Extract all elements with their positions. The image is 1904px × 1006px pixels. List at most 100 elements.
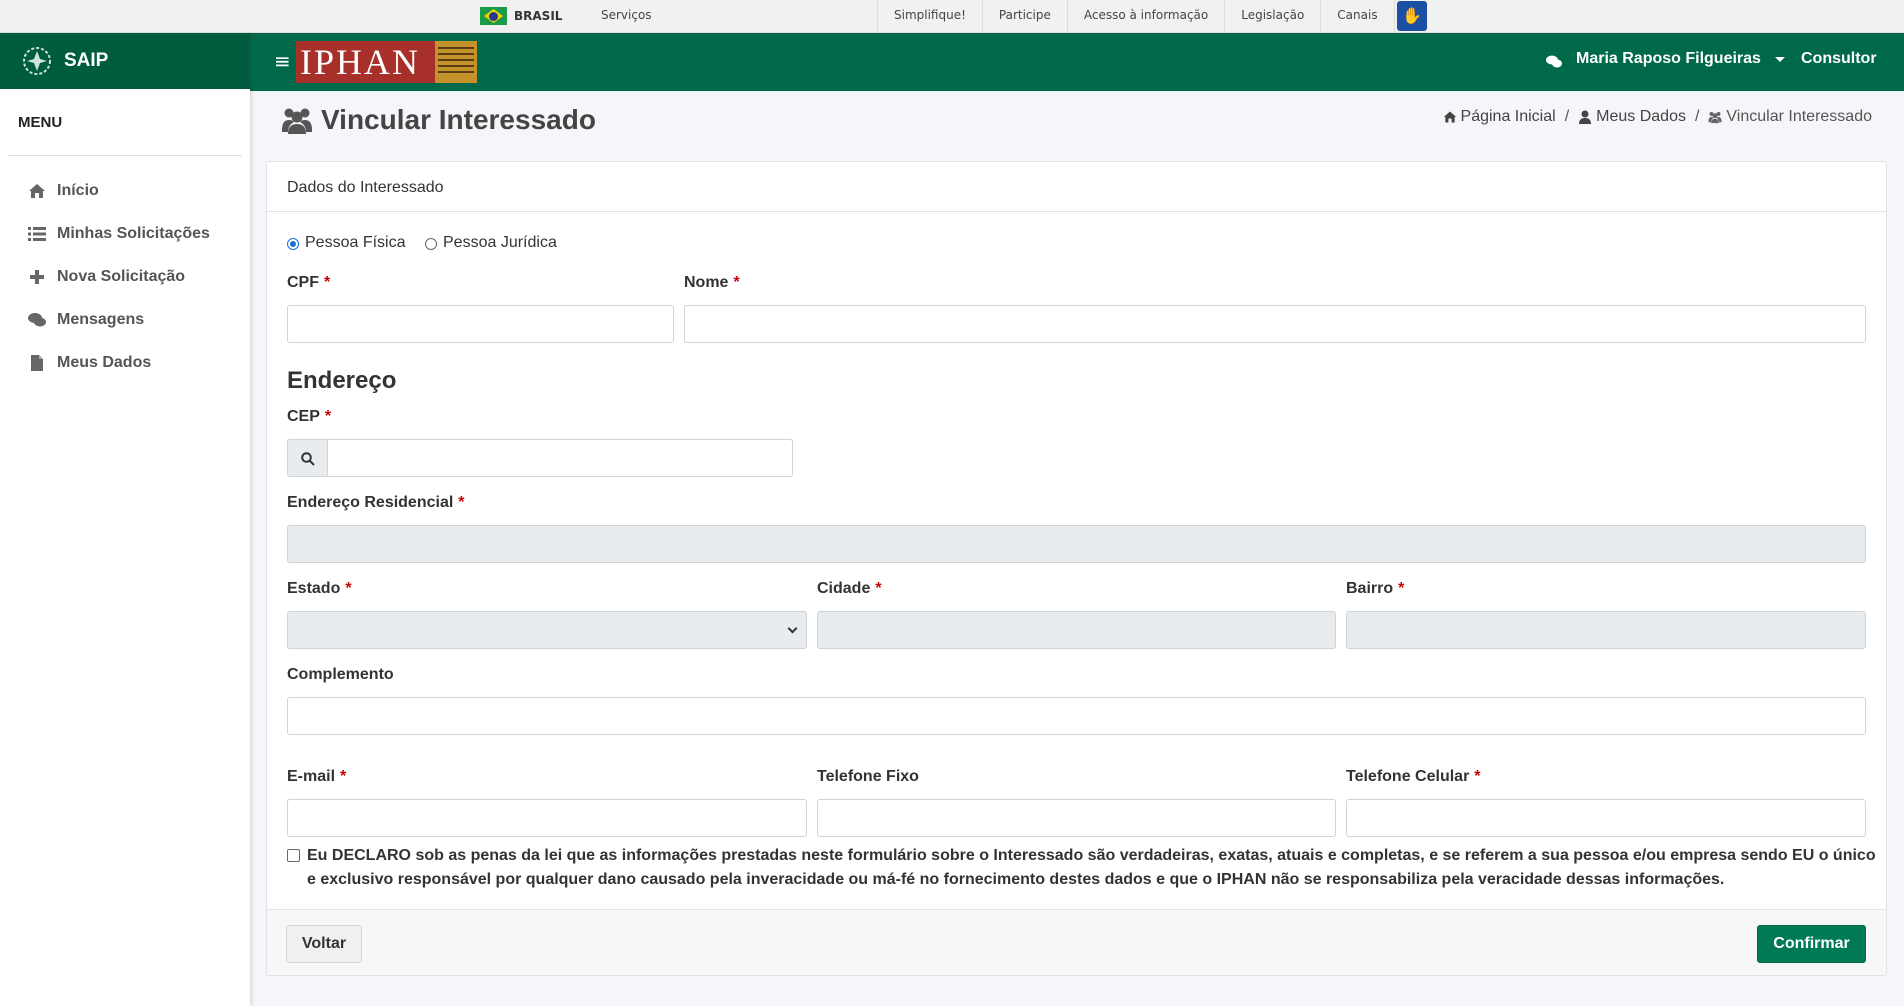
telefone-fixo-input[interactable] — [817, 799, 1336, 837]
users-icon — [282, 108, 312, 134]
sidebar-item-label: Mensagens — [57, 311, 145, 328]
radio-pessoa-fisica[interactable] — [287, 238, 299, 250]
bairro-input — [1346, 611, 1866, 649]
gov-servicos-link[interactable]: Serviços — [601, 8, 652, 22]
page-title: Vincular Interessado — [281, 104, 596, 136]
gov-link-acesso-informacao[interactable]: Acesso à informação — [1066, 0, 1224, 33]
required-mark: * — [345, 580, 352, 597]
gov-top-bar: BRASIL Serviços Simplifique! Participe A… — [0, 0, 1904, 33]
search-icon — [301, 452, 315, 466]
chevron-down-icon — [787, 623, 798, 634]
breadcrumb-separator: / — [1694, 108, 1700, 125]
email-label: E-mail * — [287, 768, 347, 785]
breadcrumb-label: Página Inicial — [1460, 108, 1556, 125]
card-title: Dados do Interessado — [267, 162, 1886, 212]
sidebar-item-minhas-solicitacoes[interactable]: Minhas Solicitações — [28, 225, 210, 243]
required-mark: * — [1398, 580, 1405, 597]
required-mark: * — [340, 768, 347, 785]
telefone-celular-label: Telefone Celular * — [1346, 768, 1481, 785]
required-mark: * — [324, 408, 332, 425]
hamburger-menu-icon[interactable]: ≡ — [274, 51, 291, 71]
gov-link-legislacao[interactable]: Legislação — [1224, 0, 1320, 33]
gov-link-simplifique[interactable]: Simplifique! — [877, 0, 982, 33]
required-mark: * — [458, 494, 465, 511]
cpf-label: CPF * — [287, 274, 331, 291]
breadcrumb-label: Meus Dados — [1596, 108, 1686, 125]
cpf-input[interactable] — [287, 305, 674, 343]
page-title-text: Vincular Interessado — [321, 104, 596, 135]
sidebar: MENU Início Minhas Solicitações Nova Sol… — [0, 89, 250, 1006]
cidade-input — [817, 611, 1336, 649]
comments-icon — [28, 313, 46, 327]
telefone-celular-input[interactable] — [1346, 799, 1866, 837]
home-icon — [29, 184, 45, 198]
telefone-fixo-label: Telefone Fixo — [817, 768, 919, 785]
complemento-label: Complemento — [287, 666, 394, 683]
sidebar-divider — [8, 155, 242, 156]
nome-label: Nome * — [684, 274, 740, 291]
sidebar-item-label: Início — [57, 182, 99, 199]
user-menu[interactable]: Maria Raposo Filgueiras — [1576, 50, 1761, 68]
voltar-button[interactable]: Voltar — [286, 925, 362, 963]
sidebar-item-label: Meus Dados — [57, 354, 152, 371]
leaf-seal-icon — [23, 47, 51, 75]
chevron-down-icon[interactable] — [1775, 57, 1785, 62]
brand-bar: SAIP — [0, 33, 250, 89]
app-name[interactable]: SAIP — [64, 50, 108, 72]
endereco-residencial-input — [287, 525, 1866, 563]
breadcrumb: Página Inicial / Meus Dados / Vincular I… — [1443, 108, 1872, 126]
user-icon — [1579, 110, 1592, 124]
home-icon — [1443, 111, 1456, 123]
required-mark: * — [1474, 768, 1481, 785]
required-mark: * — [875, 580, 882, 597]
breadcrumb-label: Vincular Interessado — [1726, 108, 1872, 125]
user-role[interactable]: Consultor — [1801, 50, 1877, 68]
email-input[interactable] — [287, 799, 807, 837]
plus-icon — [30, 270, 44, 284]
endereco-residencial-label: Endereço Residencial * — [287, 494, 465, 511]
bairro-label: Bairro * — [1346, 580, 1405, 597]
vlibras-accessibility-icon[interactable]: ✋ — [1397, 1, 1427, 31]
iphan-logo-text: IPHAN — [296, 41, 435, 83]
sidebar-item-nova-solicitacao[interactable]: Nova Solicitação — [28, 268, 185, 286]
breadcrumb-vincular-interessado: Vincular Interessado — [1708, 108, 1872, 126]
gov-links: Simplifique! Participe Acesso à informaç… — [877, 0, 1395, 33]
top-navbar: ≡ IPHAN Maria Raposo Filgueiras Consulto… — [250, 33, 1904, 91]
breadcrumb-separator: / — [1564, 108, 1570, 125]
gov-link-participe[interactable]: Participe — [981, 0, 1067, 33]
cidade-label: Cidade * — [817, 580, 882, 597]
gov-link-canais[interactable]: Canais — [1320, 0, 1395, 33]
cep-search-button[interactable] — [287, 439, 327, 477]
file-icon — [31, 355, 43, 371]
sidebar-item-label: Minhas Solicitações — [57, 225, 210, 242]
radio-label-pessoa-juridica[interactable]: Pessoa Jurídica — [443, 234, 557, 252]
iphan-logo[interactable]: IPHAN — [296, 41, 477, 83]
iphan-logo-emblem — [435, 41, 477, 83]
radio-label-pessoa-fisica[interactable]: Pessoa Física — [305, 234, 405, 252]
nome-input[interactable] — [684, 305, 1866, 343]
estado-select — [287, 611, 807, 649]
declaration-text[interactable]: Eu DECLARO sob as penas da lei que as in… — [307, 844, 1877, 892]
list-icon — [28, 227, 46, 241]
declaration-checkbox[interactable] — [287, 849, 300, 862]
brazil-flag-icon — [480, 7, 507, 25]
sidebar-title: MENU — [18, 114, 63, 131]
sidebar-item-inicio[interactable]: Início — [28, 182, 99, 200]
address-section-title: Endereço — [287, 367, 397, 394]
radio-pessoa-juridica[interactable] — [425, 238, 437, 250]
sidebar-item-mensagens[interactable]: Mensagens — [28, 311, 144, 329]
required-mark: * — [324, 274, 331, 291]
estado-label: Estado * — [287, 580, 352, 597]
confirmar-button[interactable]: Confirmar — [1757, 925, 1866, 963]
cep-input[interactable] — [327, 439, 793, 477]
breadcrumb-meus-dados[interactable]: Meus Dados — [1578, 108, 1686, 126]
cep-label: CEP * — [287, 408, 332, 425]
required-mark: * — [733, 274, 740, 291]
users-icon — [1708, 111, 1722, 124]
sidebar-item-meus-dados[interactable]: Meus Dados — [28, 354, 151, 372]
chat-icon[interactable] — [1546, 55, 1562, 69]
gov-brasil-link[interactable]: BRASIL — [514, 9, 562, 23]
complemento-input[interactable] — [287, 697, 1866, 735]
breadcrumb-pagina-inicial[interactable]: Página Inicial — [1443, 108, 1556, 126]
sidebar-item-label: Nova Solicitação — [57, 268, 186, 285]
